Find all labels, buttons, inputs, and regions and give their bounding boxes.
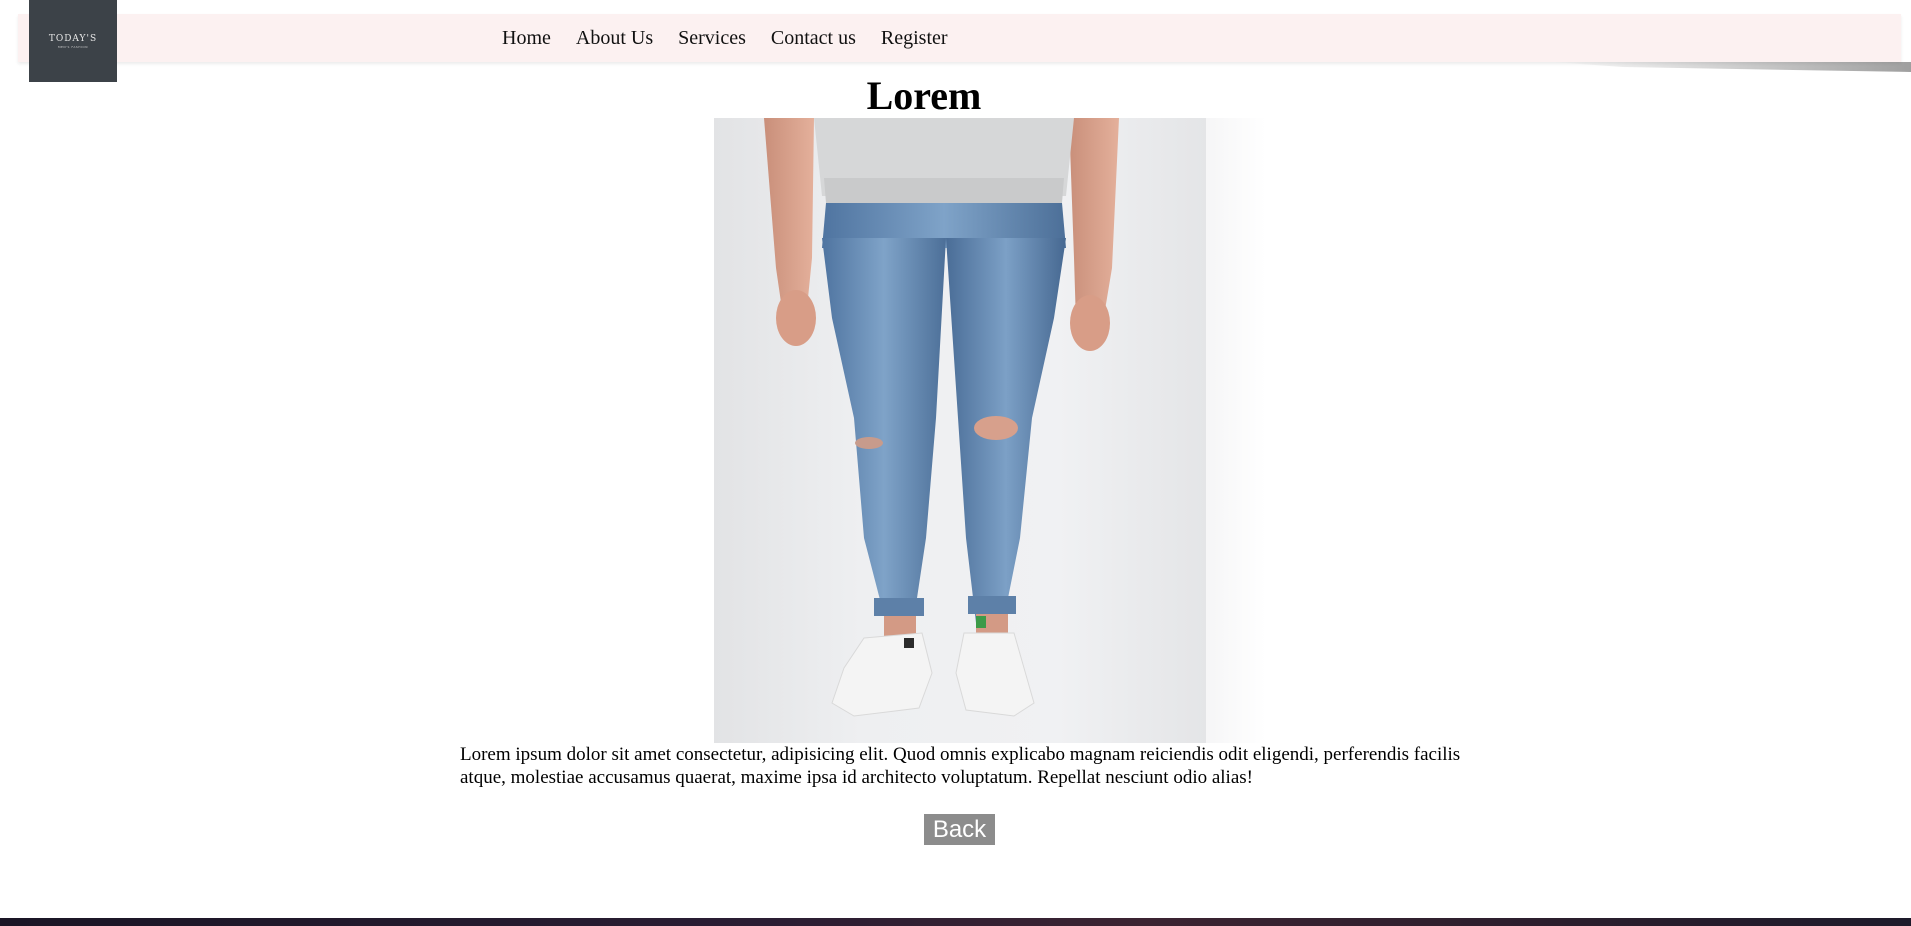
jeans-photo-illustration <box>764 118 1119 717</box>
product-title: Lorem <box>866 73 982 118</box>
nav-home-link[interactable]: Home <box>502 27 551 50</box>
nav-contact-link[interactable]: Contact us <box>771 27 856 50</box>
product-image <box>714 118 1206 743</box>
back-button[interactable]: Back <box>924 814 995 845</box>
logo-text: TODAY'S <box>48 33 98 44</box>
nav-register-link[interactable]: Register <box>881 27 948 50</box>
brand-logo[interactable]: TODAY'S MEN'S FASHION <box>29 0 117 82</box>
nav-about-link[interactable]: About Us <box>576 27 653 50</box>
nav-services-link[interactable]: Services <box>678 27 746 50</box>
product-description: Lorem ipsum dolor sit amet consectetur, … <box>460 744 1461 788</box>
main-nav: Home About Us Services Contact us Regist… <box>502 14 973 62</box>
logo-subtext: MEN'S FASHION <box>57 44 89 49</box>
navbar-shadow-decoration <box>1551 62 1911 72</box>
image-edge-fade <box>1206 118 1266 743</box>
page-footer-bar <box>0 918 1911 926</box>
